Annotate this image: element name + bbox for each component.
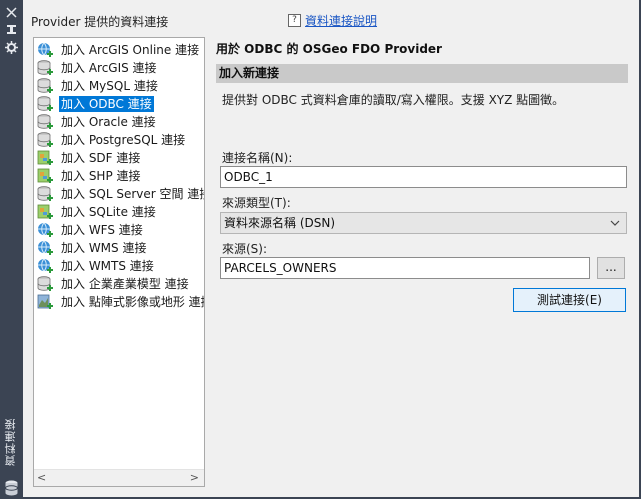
- provider-item-label: 加入 ArcGIS 連接: [61, 60, 157, 75]
- source-label: 來源(S):: [222, 242, 268, 256]
- pin-icon[interactable]: [5, 6, 18, 19]
- section-header: 加入新連接: [216, 64, 628, 83]
- database-icon: [4, 480, 19, 499]
- provider-list-item[interactable]: 加入 SHP 連接: [37, 167, 143, 184]
- test-connection-button[interactable]: 測試連接(E): [513, 288, 626, 312]
- data-connect-panel: Provider 提供的資料連接 ? 資料連接說明 加入 ArcGIS Onli…: [23, 0, 641, 499]
- provider-item-label: 加入 MySQL 連接: [61, 78, 158, 93]
- provider-description: 提供對 ODBC 式資料倉庫的讀取/寫入權限。支援 XYZ 點圖徵。: [222, 93, 565, 107]
- file-map-icon: [37, 150, 53, 166]
- provider-list-item[interactable]: 加入 SQLite 連接: [37, 203, 158, 220]
- database-icon: [37, 59, 53, 76]
- scroll-left-icon[interactable]: <: [37, 471, 46, 484]
- provider-item-label: 加入 SQLite 連接: [61, 204, 156, 219]
- database-icon: [37, 275, 53, 292]
- provider-list-item[interactable]: 加入 WMTS 連接: [37, 257, 156, 274]
- scroll-right-icon[interactable]: >: [190, 471, 199, 484]
- database-icon: [37, 131, 53, 148]
- provider-item-label: 加入 WMTS 連接: [61, 258, 154, 273]
- provider-list-item[interactable]: 加入 SQL Server 空間 連接: [37, 185, 205, 202]
- help-link-group[interactable]: ? 資料連接說明: [288, 12, 377, 29]
- horizontal-scrollbar[interactable]: < >: [34, 469, 204, 486]
- provider-list-item[interactable]: 加入 ArcGIS Online 連接: [37, 41, 201, 58]
- provider-list-item[interactable]: 加入 Oracle 連接: [37, 113, 158, 130]
- file-map-icon: [37, 204, 53, 220]
- connection-name-input[interactable]: ODBC_1: [220, 166, 627, 188]
- provider-title: 用於 ODBC 的 OSGeo FDO Provider: [216, 42, 442, 56]
- panel-title: 資料連接: [4, 418, 17, 466]
- source-input[interactable]: PARCELS_OWNERS: [220, 257, 590, 279]
- provider-item-label: 加入 ODBC 連接: [59, 95, 154, 112]
- globe-icon: [37, 222, 53, 238]
- help-link[interactable]: 資料連接說明: [305, 12, 377, 29]
- provider-list-label: Provider 提供的資料連接: [31, 15, 169, 29]
- globe-icon: [37, 258, 53, 274]
- provider-item-label: 加入 ArcGIS Online 連接: [61, 42, 200, 57]
- provider-list-item[interactable]: 加入 ODBC 連接: [37, 95, 154, 112]
- provider-list-item[interactable]: 加入 企業產業模型 連接: [37, 275, 191, 292]
- help-question-icon[interactable]: ?: [288, 14, 301, 27]
- provider-item-label: 加入 SQL Server 空間 連接: [61, 186, 205, 201]
- provider-item-label: 加入 SHP 連接: [61, 168, 141, 183]
- provider-list-item[interactable]: 加入 WFS 連接: [37, 221, 145, 238]
- close-panel-icon[interactable]: [5, 23, 18, 36]
- provider-item-label: 加入 WMS 連接: [61, 240, 147, 255]
- database-icon: [37, 77, 53, 94]
- provider-list-item[interactable]: 加入 WMS 連接: [37, 239, 148, 256]
- file-map-icon: [37, 168, 53, 184]
- provider-item-label: 加入 SDF 連接: [61, 150, 141, 165]
- connection-name-label: 連接名稱(N):: [222, 151, 293, 165]
- provider-item-label: 加入 PostgreSQL 連接: [61, 132, 186, 147]
- provider-list-item[interactable]: 加入 MySQL 連接: [37, 77, 160, 94]
- side-strip: 資料連接: [0, 0, 23, 499]
- settings-icon[interactable]: [5, 41, 18, 54]
- database-icon: [37, 113, 53, 130]
- provider-list-item[interactable]: 加入 點陣式影像或地形 連接: [37, 293, 205, 310]
- provider-list-item[interactable]: 加入 ArcGIS 連接: [37, 59, 159, 76]
- source-type-value: 資料來源名稱 (DSN): [224, 216, 336, 230]
- source-type-label: 來源類型(T):: [222, 196, 291, 210]
- database-icon: [37, 185, 53, 202]
- raster-icon: [37, 294, 53, 310]
- globe-icon: [37, 240, 53, 256]
- provider-list-item[interactable]: 加入 SDF 連接: [37, 149, 142, 166]
- provider-list-item[interactable]: 加入 PostgreSQL 連接: [37, 131, 187, 148]
- source-type-select[interactable]: 資料來源名稱 (DSN): [220, 212, 627, 234]
- browse-button[interactable]: ...: [597, 257, 625, 279]
- provider-list[interactable]: 加入 ArcGIS Online 連接 加入 ArcGIS 連接 加入 MySQL …: [33, 37, 205, 487]
- provider-item-label: 加入 企業產業模型 連接: [61, 276, 189, 291]
- chevron-down-icon: [610, 213, 620, 241]
- database-icon: [37, 95, 53, 112]
- provider-item-label: 加入 Oracle 連接: [61, 114, 156, 129]
- globe-icon: [37, 42, 53, 58]
- provider-item-label: 加入 WFS 連接: [61, 222, 143, 237]
- provider-item-label: 加入 點陣式影像或地形 連接: [61, 294, 205, 309]
